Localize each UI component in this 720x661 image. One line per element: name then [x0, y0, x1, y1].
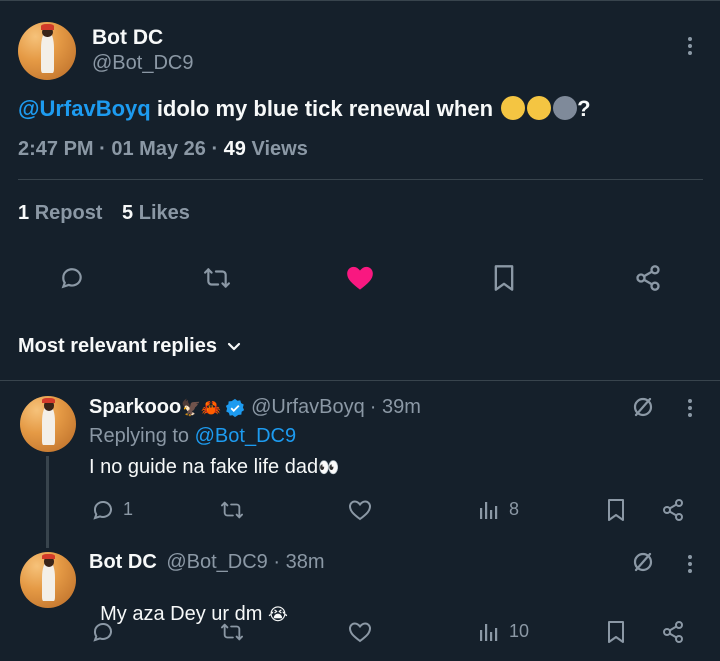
- views-count: 8: [509, 499, 520, 519]
- heart-icon[interactable]: [345, 264, 375, 292]
- avatar[interactable]: [20, 552, 76, 608]
- post-text: @UrfavBoyq idolo my blue tick renewal wh…: [18, 96, 591, 122]
- repost-icon[interactable]: [202, 264, 232, 292]
- share-icon[interactable]: [633, 264, 663, 292]
- post-meta: 2:47 PM · 01 May 26 · 49 Views: [18, 138, 308, 160]
- new-moon-face-emoji: [553, 96, 578, 120]
- avatar[interactable]: [18, 22, 76, 80]
- sort-label: Most relevant replies: [18, 335, 217, 357]
- grok-icon[interactable]: [630, 549, 656, 575]
- weary-face-emoji: [527, 96, 552, 120]
- raised-eyebrow-emoji: [501, 96, 526, 120]
- reply-icon[interactable]: [58, 264, 86, 292]
- heart-icon[interactable]: [347, 497, 373, 523]
- more-icon[interactable]: [680, 554, 700, 574]
- post-date[interactable]: 01 May 26: [111, 138, 206, 160]
- reply-author-name[interactable]: Bot DC: [89, 551, 157, 573]
- mention-link[interactable]: @UrfavBoyq: [18, 96, 151, 121]
- share-icon[interactable]: [660, 619, 686, 645]
- reply-time[interactable]: · 38m: [273, 551, 324, 573]
- reply-header: Bot DC @Bot_DC9 · 38m: [89, 551, 324, 574]
- post-time[interactable]: 2:47 PM: [18, 138, 94, 160]
- bookmark-icon[interactable]: [605, 496, 627, 524]
- name-emojis: 🦅🦀: [181, 399, 222, 417]
- sort-dropdown[interactable]: Most relevant replies: [18, 335, 241, 358]
- chevron-down-icon: [227, 342, 241, 352]
- repost-icon[interactable]: [218, 497, 246, 523]
- eyes-emoji: 👀: [318, 458, 340, 477]
- more-icon[interactable]: [678, 36, 702, 56]
- repost-icon[interactable]: [218, 619, 246, 645]
- thread-line: [46, 456, 49, 548]
- reply-author-name[interactable]: Sparkooo: [89, 396, 181, 419]
- post-text-end: ?: [577, 96, 591, 121]
- views-label: Views: [251, 138, 308, 160]
- reply-time[interactable]: · 39m: [370, 396, 421, 419]
- replying-to-link[interactable]: @Bot_DC9: [195, 425, 296, 447]
- top-border: [0, 0, 720, 1]
- post-body: idolo my blue tick renewal when: [150, 96, 500, 121]
- divider: [18, 179, 703, 180]
- reply-header: Sparkooo 🦅🦀 @UrfavBoyq · 39m: [89, 396, 421, 419]
- reply-icon[interactable]: [90, 497, 116, 523]
- share-icon[interactable]: [660, 497, 686, 523]
- reply-count: 1: [123, 499, 134, 519]
- reply-author-handle[interactable]: @UrfavBoyq: [251, 396, 365, 419]
- divider: [0, 380, 720, 381]
- heart-icon[interactable]: [347, 619, 373, 645]
- engagement-stats: 1 Repost 5 Likes: [18, 202, 190, 225]
- crying-face-emoji: 😭: [267, 605, 288, 624]
- grok-icon[interactable]: [630, 394, 656, 420]
- reply-author-handle[interactable]: @Bot_DC9: [166, 551, 267, 573]
- likes-stat[interactable]: 5 Likes: [122, 202, 190, 224]
- more-icon[interactable]: [680, 398, 700, 418]
- post-author-handle[interactable]: @Bot_DC9: [92, 52, 193, 75]
- avatar[interactable]: [20, 396, 76, 452]
- bookmark-icon[interactable]: [491, 263, 517, 293]
- verified-icon: [225, 398, 245, 418]
- post-author-name[interactable]: Bot DC: [92, 26, 163, 50]
- views-count: 49: [223, 138, 246, 160]
- reposts-stat[interactable]: 1 Repost: [18, 202, 102, 224]
- reply-text: My aza Dey ur dm 😭: [100, 603, 288, 625]
- reply-text: I no guide na fake life dad👀: [89, 456, 340, 478]
- bookmark-icon[interactable]: [605, 618, 627, 646]
- views-count: 10: [509, 621, 530, 641]
- replying-to: Replying to @Bot_DC9: [89, 425, 297, 447]
- views-icon[interactable]: [478, 497, 500, 523]
- views-icon[interactable]: [478, 619, 500, 645]
- reply-icon[interactable]: [90, 619, 116, 645]
